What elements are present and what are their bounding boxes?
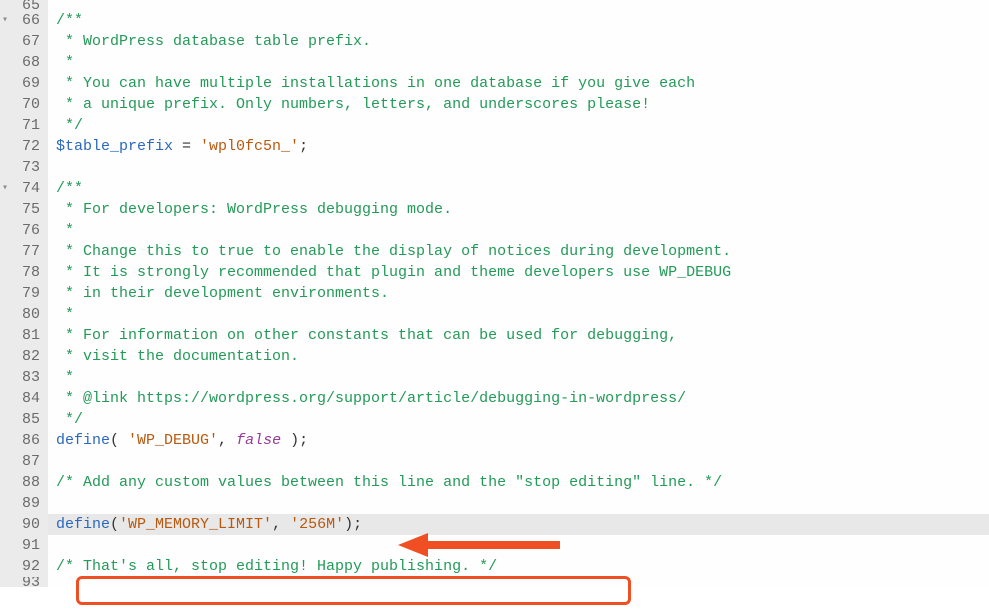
token-comment: * @link https://wordpress.org/support/ar… bbox=[56, 390, 686, 407]
code-line[interactable]: define('WP_MEMORY_LIMIT', '256M'); bbox=[48, 514, 989, 535]
code-line[interactable]: * WordPress database table prefix. bbox=[56, 31, 989, 52]
code-line[interactable]: * visit the documentation. bbox=[56, 346, 989, 367]
token-kw-false: false bbox=[236, 432, 281, 449]
code-line[interactable]: * Change this to true to enable the disp… bbox=[56, 241, 989, 262]
code-line[interactable]: * For information on other constants tha… bbox=[56, 325, 989, 346]
line-number: 78 bbox=[4, 262, 40, 283]
code-line[interactable] bbox=[56, 451, 989, 472]
token-fn: define bbox=[56, 516, 110, 533]
line-number: 89 bbox=[4, 493, 40, 514]
code-line[interactable] bbox=[56, 0, 989, 10]
token-comment: * bbox=[56, 369, 74, 386]
token-variable: $table_prefix bbox=[56, 138, 173, 155]
line-number: 82 bbox=[4, 346, 40, 367]
token-string: 'WP_DEBUG' bbox=[128, 432, 218, 449]
token-comment: * in their development environments. bbox=[56, 285, 389, 302]
token-operator: ( bbox=[110, 516, 119, 533]
line-number: 83 bbox=[4, 367, 40, 388]
code-line[interactable]: $table_prefix = 'wpl0fc5n_'; bbox=[56, 136, 989, 157]
token-operator: , bbox=[272, 516, 290, 533]
line-number: 80 bbox=[4, 304, 40, 325]
code-line[interactable]: /** bbox=[56, 178, 989, 199]
code-line[interactable]: * in their development environments. bbox=[56, 283, 989, 304]
token-comment: * a unique prefix. Only numbers, letters… bbox=[56, 96, 650, 113]
code-line[interactable]: * bbox=[56, 52, 989, 73]
code-line[interactable]: * For developers: WordPress debugging mo… bbox=[56, 199, 989, 220]
line-number: 92 bbox=[4, 556, 40, 577]
code-content[interactable]: /** * WordPress database table prefix. *… bbox=[48, 0, 989, 587]
code-line[interactable]: * a unique prefix. Only numbers, letters… bbox=[56, 94, 989, 115]
line-number: 69 bbox=[4, 73, 40, 94]
code-line[interactable]: define( 'WP_DEBUG', false ); bbox=[56, 430, 989, 451]
token-comment: * bbox=[56, 306, 74, 323]
line-number: 81 bbox=[4, 325, 40, 346]
line-number: 91 bbox=[4, 535, 40, 556]
token-comment: /* Add any custom values between this li… bbox=[56, 474, 722, 491]
token-operator: ( bbox=[110, 432, 128, 449]
token-comment: * bbox=[56, 222, 74, 239]
line-number: ▾66 bbox=[4, 10, 40, 31]
token-comment: /** bbox=[56, 180, 83, 197]
line-number: 67 bbox=[4, 31, 40, 52]
line-number: 73 bbox=[4, 157, 40, 178]
token-comment: /* That's all, stop editing! Happy publi… bbox=[56, 558, 497, 575]
code-line[interactable]: * bbox=[56, 304, 989, 325]
token-comment: /** bbox=[56, 12, 83, 29]
line-number: 68 bbox=[4, 52, 40, 73]
token-operator: , bbox=[218, 432, 236, 449]
token-string: 'wpl0fc5n_' bbox=[200, 138, 299, 155]
code-line[interactable]: */ bbox=[56, 409, 989, 430]
code-line[interactable]: /* That's all, stop editing! Happy publi… bbox=[56, 556, 989, 577]
line-number: 70 bbox=[4, 94, 40, 115]
token-operator: ); bbox=[344, 516, 362, 533]
code-line[interactable]: * It is strongly recommended that plugin… bbox=[56, 262, 989, 283]
token-comment: * It is strongly recommended that plugin… bbox=[56, 264, 731, 281]
line-number: 79 bbox=[4, 283, 40, 304]
code-editor: 65▾6667686970717273▾74757677787980818283… bbox=[0, 0, 989, 587]
line-number: 93 bbox=[4, 577, 40, 587]
code-line[interactable]: * bbox=[56, 367, 989, 388]
line-number: 71 bbox=[4, 115, 40, 136]
line-number: 90 bbox=[4, 514, 40, 535]
token-comment: * Change this to true to enable the disp… bbox=[56, 243, 731, 260]
code-line[interactable]: * bbox=[56, 220, 989, 241]
token-comment: */ bbox=[56, 411, 83, 428]
code-line[interactable]: * @link https://wordpress.org/support/ar… bbox=[56, 388, 989, 409]
code-line[interactable]: * You can have multiple installations in… bbox=[56, 73, 989, 94]
line-number: 88 bbox=[4, 472, 40, 493]
token-fn: define bbox=[56, 432, 110, 449]
line-number: 84 bbox=[4, 388, 40, 409]
code-line[interactable] bbox=[56, 157, 989, 178]
line-number: 72 bbox=[4, 136, 40, 157]
code-line[interactable]: */ bbox=[56, 115, 989, 136]
token-comment: * visit the documentation. bbox=[56, 348, 299, 365]
code-line[interactable] bbox=[56, 535, 989, 556]
line-number: 75 bbox=[4, 199, 40, 220]
line-number: 76 bbox=[4, 220, 40, 241]
line-number: 65 bbox=[4, 0, 40, 10]
code-line[interactable] bbox=[56, 577, 989, 587]
token-operator: = bbox=[173, 138, 200, 155]
fold-toggle-icon[interactable]: ▾ bbox=[2, 10, 8, 31]
fold-toggle-icon[interactable]: ▾ bbox=[2, 178, 8, 199]
code-line[interactable] bbox=[56, 493, 989, 514]
token-comment: * For developers: WordPress debugging mo… bbox=[56, 201, 452, 218]
code-line[interactable]: /* Add any custom values between this li… bbox=[56, 472, 989, 493]
line-number: 85 bbox=[4, 409, 40, 430]
token-comment: */ bbox=[56, 117, 83, 134]
token-comment: * For information on other constants tha… bbox=[56, 327, 677, 344]
token-comment: * bbox=[56, 54, 74, 71]
line-number: 87 bbox=[4, 451, 40, 472]
line-number: 77 bbox=[4, 241, 40, 262]
line-number: 86 bbox=[4, 430, 40, 451]
token-string: 'WP_MEMORY_LIMIT' bbox=[119, 516, 272, 533]
token-string: '256M' bbox=[290, 516, 344, 533]
code-line[interactable]: /** bbox=[56, 10, 989, 31]
token-operator: ); bbox=[281, 432, 308, 449]
line-number-gutter: 65▾6667686970717273▾74757677787980818283… bbox=[0, 0, 48, 587]
token-comment: * WordPress database table prefix. bbox=[56, 33, 371, 50]
token-operator: ; bbox=[299, 138, 308, 155]
line-number: ▾74 bbox=[4, 178, 40, 199]
token-comment: * You can have multiple installations in… bbox=[56, 75, 695, 92]
